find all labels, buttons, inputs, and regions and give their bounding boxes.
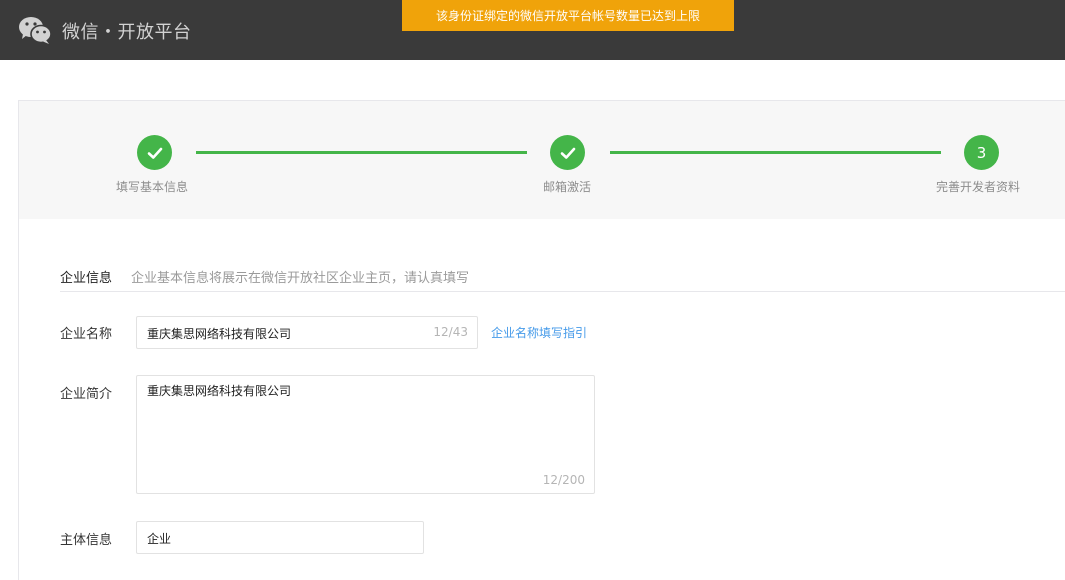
entity-info-label: 主体信息 [60, 533, 113, 548]
step-progress: 3 填写基本信息 邮箱激活 完善开发者资料 [19, 101, 1065, 219]
company-name-guide-link[interactable]: 企业名称填写指引 [491, 324, 587, 341]
step-2-label: 邮箱激活 [543, 180, 592, 194]
step-1-label: 填写基本信息 [116, 180, 189, 194]
brand-title[interactable]: 微信・开放平台 [62, 18, 192, 44]
top-bar: 微信・开放平台 该身份证绑定的微信开放平台帐号数量已达到上限 [0, 0, 1065, 60]
step-2-connector [610, 151, 941, 154]
section-description: 企业基本信息将展示在微信开放社区企业主页，请认真填写 [131, 271, 470, 286]
company-intro-counter: 12/200 [542, 473, 585, 487]
company-name-label: 企业名称 [60, 327, 113, 342]
step-1-connector [196, 151, 527, 154]
step-1-check-icon [137, 135, 172, 170]
wechat-logo-icon[interactable] [18, 15, 52, 45]
entity-info-value: 企业 [147, 532, 172, 546]
limit-alert-banner: 该身份证绑定的微信开放平台帐号数量已达到上限 [402, 0, 734, 31]
section-title: 企业信息 [60, 271, 113, 286]
step-3-number: 3 [964, 135, 999, 170]
section-header: 企业信息 企业基本信息将展示在微信开放社区企业主页，请认真填写 [60, 258, 1065, 292]
step-3-label: 完善开发者资料 [936, 180, 1021, 194]
registration-panel: 3 填写基本信息 邮箱激活 完善开发者资料 企业信息 企业基本信息将展示在微信开… [18, 100, 1065, 580]
company-intro-textarea[interactable]: 重庆集思网络科技有限公司 12/200 [136, 375, 595, 494]
company-intro-label: 企业简介 [60, 387, 113, 402]
entity-info-input[interactable]: 企业 [136, 521, 424, 554]
company-name-value: 重庆集思网络科技有限公司 [147, 327, 292, 341]
step-2-check-icon [550, 135, 585, 170]
company-intro-value: 重庆集思网络科技有限公司 [147, 384, 292, 398]
company-name-input[interactable]: 重庆集思网络科技有限公司 12/43 [136, 316, 478, 349]
company-name-counter: 12/43 [433, 325, 468, 339]
